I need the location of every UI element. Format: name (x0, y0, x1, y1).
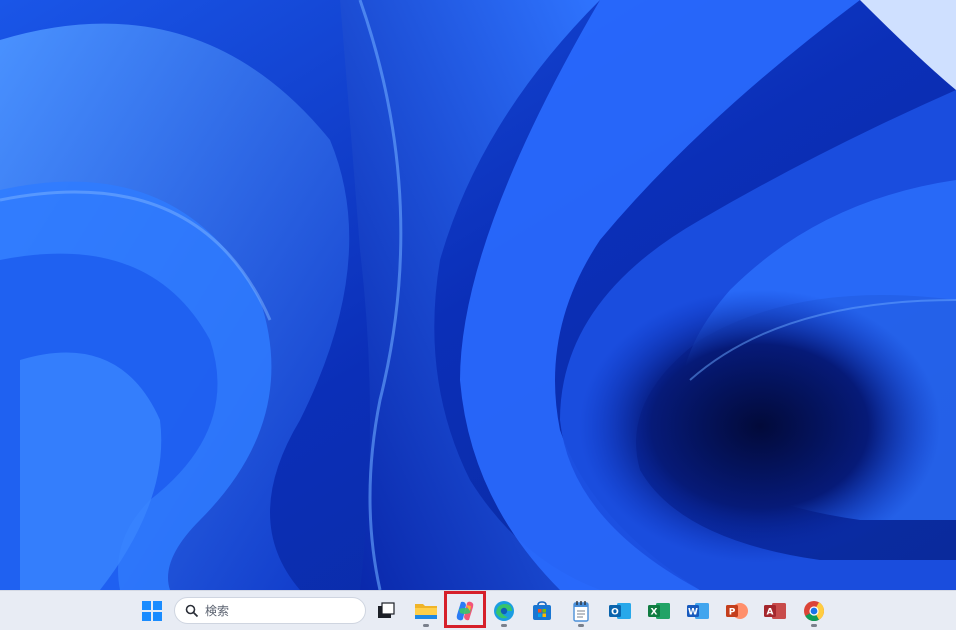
chrome-icon (804, 601, 825, 622)
access-icon: A (764, 603, 786, 619)
desktop-wallpaper (0, 0, 956, 590)
copilot-icon (456, 601, 474, 621)
notepad-button[interactable] (566, 595, 596, 627)
outlook-icon: O (609, 603, 631, 619)
folder-icon (415, 604, 437, 619)
chrome-button[interactable] (799, 595, 829, 627)
word-button[interactable]: W (683, 595, 713, 627)
running-indicator (811, 624, 817, 627)
excel-icon: X (648, 603, 670, 619)
edge-button[interactable] (489, 595, 519, 627)
running-indicator (578, 624, 584, 627)
store-icon (533, 601, 551, 620)
start-button[interactable] (137, 595, 167, 627)
notepad-icon (573, 601, 589, 622)
running-indicator (501, 624, 507, 627)
word-letter: W (688, 608, 698, 618)
task-view-button[interactable] (371, 595, 401, 627)
task-view-icon (378, 602, 395, 618)
windows-logo-icon (142, 601, 162, 621)
excel-button[interactable]: X (644, 595, 674, 627)
access-button[interactable]: A (760, 595, 790, 627)
taskbar-search-box[interactable]: 検索 (174, 597, 366, 624)
powerpoint-letter: P (729, 608, 736, 618)
edge-icon (494, 601, 514, 621)
word-icon: W (687, 603, 709, 619)
outlook-button[interactable]: O (605, 595, 635, 627)
powerpoint-button[interactable]: P (722, 595, 752, 627)
excel-letter: X (651, 608, 658, 618)
powerpoint-icon: P (726, 603, 748, 619)
outlook-letter: O (611, 608, 619, 618)
search-label: 検索 (205, 604, 230, 618)
file-explorer-button[interactable] (411, 595, 441, 627)
copilot-button[interactable] (450, 595, 480, 627)
microsoft-store-button[interactable] (527, 595, 557, 627)
access-letter: A (767, 608, 774, 618)
taskbar: 検索 O X W P A (0, 590, 956, 630)
running-indicator (423, 624, 429, 627)
search-icon (185, 604, 199, 617)
